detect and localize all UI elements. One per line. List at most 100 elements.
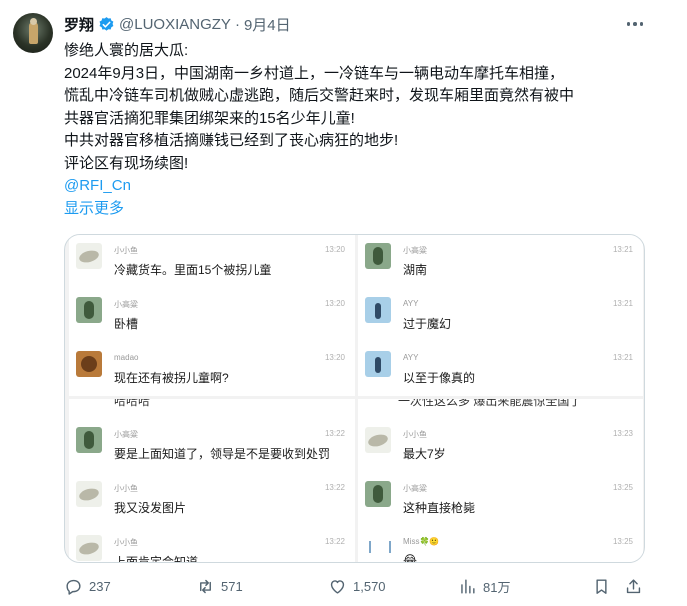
chat-message: 小小鱼 13:23 最大7岁 (358, 423, 643, 477)
chat-avatar (76, 427, 102, 453)
chat-sender: 小高粱 (403, 484, 427, 493)
chat-message: 小小鱼 13:20 冷藏货车。里面15个被拐儿童 (69, 239, 355, 293)
chat-body: 要是上面知道了，领导是不是要收到处罚 (114, 447, 331, 461)
show-more-link[interactable]: 显示更多 (64, 198, 664, 221)
repost-button[interactable]: 571 (196, 572, 243, 600)
chat-body: 上面肯定会知道 (114, 555, 199, 563)
chat-message: madao 13:20 现在还有被拐儿童啊? (69, 347, 355, 396)
chat-message: 小高粱 13:22 要是上面知道了，领导是不是要收到处罚 (69, 423, 355, 477)
chat-time: 13:20 (324, 245, 345, 254)
chat-time: 13:20 (324, 299, 345, 308)
chat-sender: 小高粱 (403, 246, 427, 255)
author-handle[interactable]: @LUOXIANGZY (119, 16, 231, 33)
chat-time: 13:20 (324, 353, 345, 362)
chat-body: 现在还有被拐儿童啊? (114, 371, 229, 385)
heart-icon (330, 579, 345, 594)
chat-sender: 小小鱼 (114, 484, 138, 493)
tweet-header: 罗翔 @LUOXIANGZY · 9月4日 (64, 14, 291, 34)
chat-body: 过于魔幻 (403, 317, 452, 331)
tweet-line: 评论区有现场续图! (64, 154, 189, 172)
tweet-line: 共器官活摘犯罪集团绑架来的15名少年儿童! (64, 109, 355, 127)
chat-time: 13:23 (612, 429, 633, 438)
repost-count: 571 (221, 578, 243, 594)
share-icon (626, 578, 641, 593)
chat-time: 13:25 (612, 483, 633, 492)
tweet-line: 2024年9月3日，中国湖南一乡村道上，一冷链车与一辆电动车摩托车相撞， (64, 64, 565, 82)
chat-sender: 小小鱼 (114, 246, 138, 255)
chat-screenshot-3[interactable]: 哈哈哈 小高粱 13:22 要是上面知道了，领导是不是要收到处罚 小小鱼 13:… (69, 399, 355, 563)
reply-button[interactable]: 237 (64, 572, 111, 600)
chat-cut-text: 哈哈哈 (114, 399, 151, 408)
chat-sender: 小小鱼 (114, 538, 138, 547)
chat-body: 以至于像真的 (403, 371, 476, 385)
chat-time: 13:21 (612, 299, 633, 308)
attached-image-grid[interactable]: 小小鱼 13:20 冷藏货车。里面15个被拐儿童 小高粱 13:20 卧槽 ma… (64, 234, 645, 563)
chat-avatar (365, 297, 391, 323)
chat-avatar (365, 351, 391, 377)
chat-avatar (76, 481, 102, 507)
chat-time: 13:21 (612, 245, 633, 254)
tweet-actions: 237 571 1,570 81万 (60, 572, 650, 600)
more-options-icon[interactable] (624, 14, 646, 34)
chat-avatar (365, 481, 391, 507)
chat-sender: 小高粱 (114, 430, 138, 439)
chat-avatar (76, 297, 102, 323)
chat-time: 13:25 (612, 537, 633, 546)
views-button[interactable]: 81万 (458, 572, 510, 600)
chat-avatar (365, 535, 391, 561)
tweet-text: 惨绝人寰的居大瓜: 2024年9月3日，中国湖南一乡村道上，一冷链车与一辆电动车… (64, 40, 664, 220)
chat-avatar (76, 351, 102, 377)
mention-link[interactable]: @RFI_Cn (64, 175, 664, 198)
chat-body: 最大7岁 (403, 447, 446, 461)
chat-message: 小高粱 13:25 这种直接枪毙 (358, 477, 643, 531)
chat-body: 😂 (403, 553, 418, 563)
chat-cut-text: 一次性这么多 爆出来能震惊全国了 (398, 399, 582, 408)
chat-avatar (365, 427, 391, 453)
chat-sender: AYY (403, 299, 419, 308)
share-button[interactable] (624, 572, 649, 600)
reply-count: 237 (89, 578, 111, 594)
chat-body: 冷藏货车。里面15个被拐儿童 (114, 263, 272, 277)
chat-sender: 小小鱼 (403, 430, 427, 439)
views-chart-icon (461, 578, 475, 594)
chat-message: Miss🍀🙂 13:25 😂 (358, 531, 643, 563)
chat-message: 小小鱼 13:22 我又没发图片 (69, 477, 355, 531)
chat-message: AYY 13:21 过于魔幻 (358, 293, 643, 347)
chat-avatar (76, 535, 102, 561)
chat-message: 小高粱 13:20 卧槽 (69, 293, 355, 347)
chat-screenshot-1[interactable]: 小小鱼 13:20 冷藏货车。里面15个被拐儿童 小高粱 13:20 卧槽 ma… (69, 235, 355, 396)
chat-time: 13:22 (324, 483, 345, 492)
chat-sender: Miss🍀🙂 (403, 537, 440, 546)
chat-message: 小高粱 13:21 湖南 (358, 239, 643, 293)
chat-time: 13:22 (324, 429, 345, 438)
chat-body: 卧槽 (114, 317, 139, 331)
repost-icon (200, 579, 211, 593)
view-count: 81万 (483, 579, 511, 595)
chat-body: 湖南 (403, 263, 428, 277)
chat-avatar (365, 243, 391, 269)
tweet-line: 慌乱中冷链车司机做贼心虚逃跑，随后交警赶来时，发现车厢里面竟然有被中 (64, 87, 575, 104)
bookmark-button[interactable] (592, 572, 617, 600)
chat-avatar (76, 243, 102, 269)
tweet-line: 中共对器官移植活摘赚钱已经到了丧心病狂的地步! (64, 132, 399, 149)
chat-time: 13:22 (324, 537, 345, 546)
chat-screenshot-2[interactable]: 小高粱 13:21 湖南 AYY 13:21 过于魔幻 AYY 13:21 以至… (358, 235, 643, 396)
chat-sender: madao (114, 353, 139, 362)
chat-message: 小小鱼 13:22 上面肯定会知道 (69, 531, 355, 563)
post-date[interactable]: 9月4日 (244, 14, 291, 35)
verified-badge-icon (99, 16, 114, 31)
chat-time: 13:21 (612, 353, 633, 362)
chat-body: 这种直接枪毙 (403, 501, 476, 515)
chat-body: 我又没发图片 (114, 501, 187, 515)
bookmark-icon (596, 578, 607, 594)
chat-sender: 小高粱 (114, 300, 138, 309)
reply-icon (66, 579, 81, 595)
author-name[interactable]: 罗翔 (64, 14, 94, 35)
like-button[interactable]: 1,570 (328, 572, 386, 600)
author-avatar[interactable] (13, 13, 53, 53)
like-count: 1,570 (353, 578, 386, 594)
chat-sender: AYY (403, 353, 419, 362)
separator-dot: · (234, 15, 240, 33)
chat-screenshot-4[interactable]: 一次性这么多 爆出来能震惊全国了 小小鱼 13:23 最大7岁 小高粱 13:2… (358, 399, 643, 563)
tweet-line: 惨绝人寰的居大瓜: (64, 42, 189, 59)
